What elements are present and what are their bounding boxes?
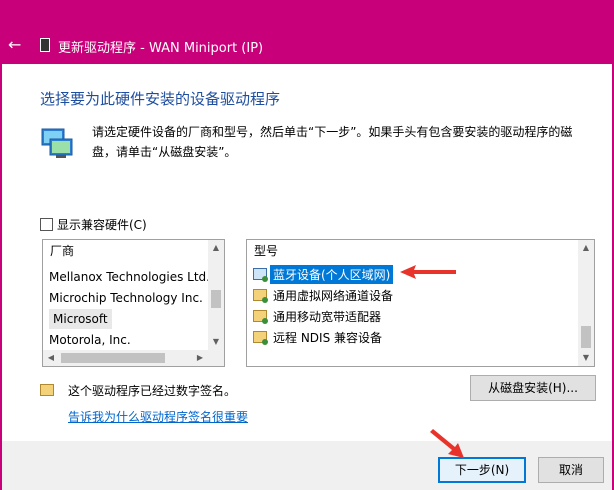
scroll-down-icon[interactable]: ▼ xyxy=(578,350,594,366)
cancel-button[interactable]: 取消 xyxy=(538,457,604,483)
network-monitor-icon xyxy=(41,128,73,158)
manufacturer-item[interactable]: Mellanox Technologies Ltd. xyxy=(49,267,210,287)
checkbox-icon[interactable] xyxy=(40,218,53,231)
model-item[interactable]: 通用移动宽带适配器 xyxy=(253,306,384,326)
model-item-label: 通用移动宽带适配器 xyxy=(273,309,382,324)
model-item-label: 蓝牙设备(个人区域网) xyxy=(270,264,394,284)
compat-hardware-label: 显示兼容硬件(C) xyxy=(57,218,147,232)
scroll-up-icon[interactable]: ▲ xyxy=(578,240,594,256)
title-bar: ← 更新驱动程序 - WAN Miniport (IP) xyxy=(0,28,614,64)
manufacturer-vertical-scrollbar[interactable]: ▲ ▼ xyxy=(208,240,224,350)
model-item-selected[interactable]: 蓝牙设备(个人区域网) xyxy=(253,264,394,284)
model-item-label: 远程 NDIS 兼容设备 xyxy=(273,330,383,345)
scroll-thumb[interactable] xyxy=(61,353,165,363)
scroll-left-icon[interactable]: ◀ xyxy=(43,350,59,366)
scroll-corner xyxy=(208,350,224,366)
model-item[interactable]: 通用虚拟网络通道设备 xyxy=(253,285,396,305)
manufacturer-item[interactable]: Microchip Technology Inc. xyxy=(49,288,203,308)
driver-icon xyxy=(253,289,268,303)
manufacturer-item-selected[interactable]: Microsoft xyxy=(49,309,112,329)
model-header: 型号 xyxy=(254,244,279,258)
model-item-label: 通用虚拟网络通道设备 xyxy=(273,288,394,303)
compat-hardware-checkbox[interactable]: 显示兼容硬件(C) xyxy=(40,216,147,233)
signature-status: 这个驱动程序已经过数字签名。 xyxy=(68,384,237,398)
driver-icon xyxy=(253,310,268,324)
have-disk-button[interactable]: 从磁盘安装(H)... xyxy=(470,375,596,401)
manufacturer-list[interactable]: 厂商 Mellanox Technologies Ltd. Microchip … xyxy=(42,239,225,367)
dialog-content: 选择要为此硬件安装的设备驱动程序 请选定硬件设备的厂商和型号，然后单击“下一步”… xyxy=(2,64,612,441)
device-icon xyxy=(40,38,50,52)
scroll-up-icon[interactable]: ▲ xyxy=(208,240,224,256)
driver-icon xyxy=(253,268,268,282)
window-title: 更新驱动程序 - WAN Miniport (IP) xyxy=(58,41,264,56)
manufacturer-item[interactable]: Motorola, Inc. xyxy=(49,330,131,350)
manufacturer-header: 厂商 xyxy=(50,244,75,258)
certificate-icon xyxy=(40,384,54,396)
back-arrow-icon[interactable]: ← xyxy=(8,36,26,54)
driver-icon xyxy=(253,331,268,345)
model-list[interactable]: 型号 蓝牙设备(个人区域网) 通用虚拟网络通道设备 通用移动宽带适配器 远程 N… xyxy=(246,239,595,367)
model-item[interactable]: 远程 NDIS 兼容设备 xyxy=(253,327,385,347)
scroll-thumb[interactable] xyxy=(581,326,591,348)
scroll-thumb[interactable] xyxy=(211,290,221,308)
manufacturer-horizontal-scrollbar[interactable]: ◀ ▶ xyxy=(43,350,208,366)
model-vertical-scrollbar[interactable]: ▲ ▼ xyxy=(578,240,594,366)
instruction-text: 请选定硬件设备的厂商和型号，然后单击“下一步”。如果手头有包含要安装的驱动程序的… xyxy=(92,125,573,159)
signature-info-link[interactable]: 告诉我为什么驱动程序签名很重要 xyxy=(68,408,248,425)
scroll-right-icon[interactable]: ▶ xyxy=(192,350,208,366)
scroll-down-icon[interactable]: ▼ xyxy=(208,334,224,350)
page-heading: 选择要为此硬件安装的设备驱动程序 xyxy=(40,90,281,108)
next-button[interactable]: 下一步(N) xyxy=(438,457,526,483)
